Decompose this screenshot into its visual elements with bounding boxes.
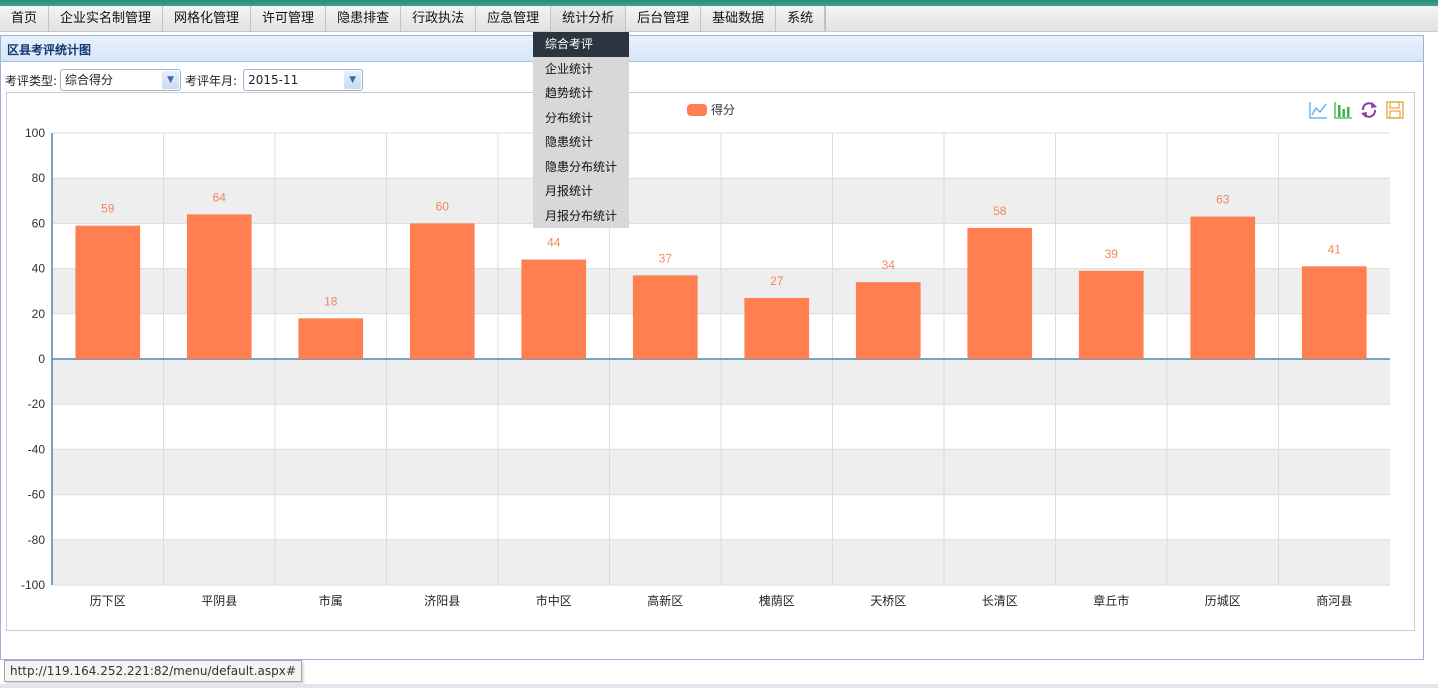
data-label: 41 [1328,242,1342,256]
data-label: 34 [882,258,896,272]
month-select-value: 2015-11 [248,73,299,87]
type-label: 考评类型: [5,73,58,88]
bar[interactable] [186,214,252,359]
data-label: 27 [770,274,784,288]
panel-header: 区县考评统计图 [1,36,1423,62]
menu-item[interactable]: 网格化管理 [163,6,252,32]
y-tick-label: -80 [28,533,46,547]
x-tick-label: 历城区 [1205,594,1241,608]
dropdown-item[interactable]: 月报分布统计 [533,204,629,229]
y-tick-label: -100 [21,578,45,592]
bar[interactable] [75,225,141,359]
legend-swatch[interactable] [687,104,707,116]
data-label: 37 [659,251,673,265]
chevron-down-icon[interactable]: ▼ [344,71,362,89]
line-chart-icon[interactable] [1309,102,1327,119]
y-tick-label: 60 [32,216,46,230]
data-label: 64 [213,190,227,204]
x-tick-label: 天桥区 [870,594,906,608]
month-select[interactable]: 2015-11 ▼ [243,69,364,91]
save-icon[interactable] [1386,101,1404,119]
x-tick-label: 平阴县 [201,594,237,608]
main-menu-bar: 首页 企业实名制管理 网格化管理 许可管理 隐患排查 行政执法 应急管理 统计分析 后台管理 基础… [0,6,1438,32]
bar[interactable] [409,223,475,359]
y-tick-label: -20 [28,397,46,411]
y-tick-label: 40 [32,262,46,276]
x-tick-label: 章丘市 [1093,593,1129,608]
data-label: 18 [324,294,338,308]
menu-item[interactable]: 后台管理 [626,6,702,32]
menu-item[interactable]: 许可管理 [251,6,327,32]
type-select[interactable]: 综合得分 ▼ [60,69,182,91]
bar[interactable] [632,275,698,359]
x-tick-label: 槐荫区 [759,593,795,608]
filter-row: 考评类型: 综合得分 ▼ 考评年月: 2015-11 ▼ [5,69,364,91]
refresh-icon[interactable] [1361,102,1377,118]
chart-container: 100 80 60 40 20 0 -20 -40 -60 -80 -100 59 历下区 64 平阴县 18… [6,92,1415,631]
status-url-tooltip: http://119.164.252.221:82/menu/default.a… [4,660,302,682]
menu-items: 首页 企业实名制管理 网格化管理 许可管理 隐患排查 行政执法 应急管理 统计分析 后台管理 基础… [0,6,827,32]
bottom-strip [0,684,1438,688]
y-tick-label: 100 [25,126,45,140]
y-tick-label: 0 [38,352,45,366]
x-tick-label: 历下区 [90,594,126,608]
bar[interactable] [1078,270,1144,359]
panel-title: 区县考评统计图 [7,43,92,57]
y-tick-label: 20 [32,307,46,321]
menu-item[interactable]: 基础数据 [701,6,777,32]
y-tick-label: 80 [32,171,46,185]
menu-item[interactable]: 隐患排查 [326,6,402,32]
dropdown-item[interactable]: 企业统计 [533,57,629,82]
bar[interactable] [1190,216,1256,359]
bar-chart: 100 80 60 40 20 0 -20 -40 -60 -80 -100 59 历下区 64 平阴县 18… [21,101,1404,608]
dropdown-item[interactable]: 隐患分布统计 [533,155,629,180]
menu-item[interactable]: 行政执法 [401,6,477,32]
menu-item[interactable]: 统计分析 [551,6,627,32]
y-tick-label: -40 [28,442,46,456]
bar[interactable] [967,227,1033,359]
data-label: 58 [993,204,1007,218]
x-tick-label: 市属 [319,593,343,608]
menu-item[interactable]: 首页 [0,6,50,32]
x-tick-label: 长清区 [982,594,1018,608]
type-select-value: 综合得分 [65,73,114,87]
chevron-down-icon[interactable]: ▼ [162,71,180,89]
dropdown-item[interactable]: 分布统计 [533,106,629,131]
bar[interactable] [1301,266,1367,359]
data-label: 44 [547,236,561,250]
stats-dropdown-menu: 综合考评 企业统计 趋势统计 分布统计 隐患统计 隐患分布统计 月报统计 月报分布统计 [533,32,629,228]
x-tick-label: 济阳县 [424,593,460,608]
menu-item[interactable]: 系统 [776,6,826,32]
menu-item[interactable]: 应急管理 [476,6,552,32]
dropdown-item[interactable]: 综合考评 [533,32,629,57]
data-label: 59 [101,202,115,216]
data-label: 63 [1216,193,1230,207]
bar[interactable] [855,282,921,359]
x-tick-label: 市中区 [536,593,572,608]
x-tick-label: 高新区 [647,593,683,608]
month-label: 考评年月: [185,73,238,88]
legend-label[interactable]: 得分 [711,102,735,117]
dropdown-item[interactable]: 趋势统计 [533,81,629,106]
bar[interactable] [521,259,587,359]
bar[interactable] [298,318,364,359]
bar[interactable] [744,297,810,359]
dropdown-item[interactable]: 月报统计 [533,179,629,204]
x-tick-label: 商河县 [1316,593,1352,608]
y-tick-label: -60 [28,488,46,502]
data-label: 39 [1105,247,1119,261]
data-label: 60 [436,199,450,213]
dropdown-item[interactable]: 隐患统计 [533,130,629,155]
bar-chart-icon[interactable] [1334,102,1352,119]
menu-item[interactable]: 企业实名制管理 [49,6,164,32]
